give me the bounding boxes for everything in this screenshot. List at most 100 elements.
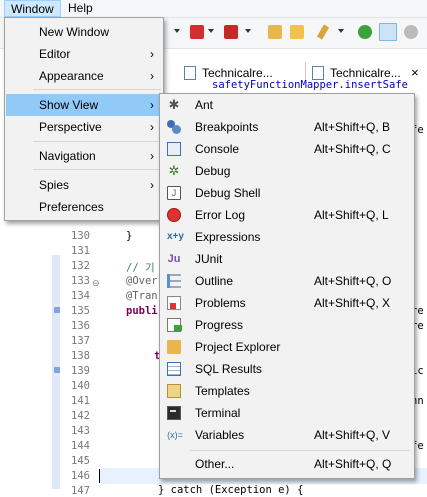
menu-item-label: Appearance (39, 69, 104, 83)
breakpoint-marker-icon (54, 367, 60, 373)
java-file-icon (312, 66, 324, 80)
menu-item-variables[interactable]: (x)= Variables Alt+Shift+Q, V (161, 424, 413, 446)
menu-item-label: Show View (39, 98, 99, 112)
chevron-right-icon: › (150, 149, 154, 163)
menu-item-debug-shell[interactable]: J Debug Shell (161, 182, 413, 204)
menu-item-other[interactable]: Other... Alt+Shift+Q, Q (161, 453, 413, 475)
breakpoint-dot-icon (172, 125, 181, 134)
menu-help[interactable]: Help (62, 0, 99, 17)
variables-icon: (x)= (167, 430, 183, 440)
menu-item-progress[interactable]: Progress (161, 314, 413, 336)
menu-item-appearance[interactable]: Appearance › (6, 65, 162, 87)
line-number: 134 (71, 290, 90, 302)
override-marker-icon (54, 307, 60, 313)
menu-item-terminal[interactable]: Terminal (161, 402, 413, 424)
ant-icon: ✱ (168, 97, 180, 112)
highlight-pen-icon[interactable] (379, 23, 397, 41)
line-number: 143 (71, 425, 90, 437)
menu-separator (33, 141, 161, 142)
templates-icon (167, 384, 181, 398)
window-menu: New Window Editor › Appearance › Show Vi… (4, 17, 164, 221)
menu-item-label: Outline (195, 274, 234, 288)
menu-item-preferences[interactable]: Preferences (6, 196, 162, 218)
shortcut-label: Alt+Shift+Q, O (314, 274, 392, 288)
menu-item-label: Breakpoints (195, 120, 259, 134)
terminal-icon (167, 406, 181, 420)
line-number: 144 (71, 440, 90, 452)
pin-icon[interactable] (316, 24, 330, 40)
shortcut-label: Alt+Shift+Q, X (314, 296, 391, 310)
menu-item-label: Editor (39, 47, 71, 61)
menu-item-show-view[interactable]: Show View › (6, 94, 162, 116)
stop-icon[interactable] (190, 25, 204, 39)
console-icon (167, 142, 181, 156)
menu-item-label: Debug (195, 164, 231, 178)
menu-item-editor[interactable]: Editor › (6, 43, 162, 65)
menu-window[interactable]: Window (4, 0, 61, 17)
chevron-right-icon: › (150, 47, 154, 61)
line-number: 138 (71, 350, 90, 362)
menu-item-label: Error Log (195, 208, 246, 222)
tab-label: Technicalre... (330, 66, 401, 80)
menu-item-label: Variables (195, 428, 245, 442)
chevron-down-icon[interactable] (174, 29, 180, 33)
fold-icon[interactable]: ⊖ (92, 278, 100, 289)
code-line: @Over (126, 275, 158, 287)
close-icon[interactable]: × (411, 62, 419, 84)
chevron-down-icon[interactable] (208, 29, 214, 33)
open-folder-icon[interactable] (268, 25, 282, 39)
menu-item-breakpoints[interactable]: Breakpoints Alt+Shift+Q, B (161, 116, 413, 138)
code-line: publi (126, 305, 158, 317)
chevron-right-icon: › (150, 69, 154, 83)
menu-separator (33, 89, 161, 90)
line-number: 139 (71, 365, 90, 377)
project-explorer-icon (167, 340, 181, 354)
menu-item-label: Terminal (195, 406, 241, 420)
line-number: 142 (71, 410, 90, 422)
chevron-down-icon[interactable] (338, 29, 344, 33)
code-line: } (126, 230, 133, 242)
line-number: 141 (71, 395, 90, 407)
problems-icon (167, 296, 181, 310)
menu-item-problems[interactable]: Problems Alt+Shift+Q, X (161, 292, 413, 314)
menu-item-ant[interactable]: ✱ Ant (161, 94, 413, 116)
menu-item-label: New Window (39, 25, 110, 39)
chevron-right-icon: › (150, 178, 154, 192)
menu-item-navigation[interactable]: Navigation › (6, 145, 162, 167)
menu-item-outline[interactable]: Outline Alt+Shift+Q, O (161, 270, 413, 292)
shortcut-label: Alt+Shift+Q, Q (314, 457, 392, 471)
menu-item-label: SQL Results (195, 362, 262, 376)
line-number: 136 (71, 320, 90, 332)
chevron-down-icon[interactable] (245, 29, 251, 33)
search-marker-icon[interactable] (358, 25, 372, 39)
menu-item-label: Spies (39, 178, 70, 192)
menu-item-label: Progress (195, 318, 244, 332)
tab-label: Technicalre... (202, 66, 273, 80)
run-external-icon[interactable] (224, 25, 238, 39)
menu-item-console[interactable]: Console Alt+Shift+Q, C (161, 138, 413, 160)
menu-item-new-window[interactable]: New Window (6, 21, 162, 43)
menu-item-project-explorer[interactable]: Project Explorer (161, 336, 413, 358)
menu-item-error-log[interactable]: Error Log Alt+Shift+Q, L (161, 204, 413, 226)
menu-item-templates[interactable]: Templates (161, 380, 413, 402)
brush-icon[interactable] (404, 25, 418, 39)
shortcut-label: Alt+Shift+Q, C (314, 142, 391, 156)
folder-icon[interactable] (290, 25, 304, 39)
expressions-icon: x+y (167, 231, 184, 242)
line-number: 146 (71, 470, 90, 482)
menu-item-expressions[interactable]: x+y Expressions (161, 226, 413, 248)
chevron-right-icon: › (150, 98, 154, 112)
menu-item-sql-results[interactable]: SQL Results (161, 358, 413, 380)
menu-item-label: Navigation (39, 149, 96, 163)
menu-item-label: Debug Shell (195, 186, 261, 200)
line-number: 133 (71, 275, 90, 287)
java-file-icon (184, 66, 196, 80)
line-number: 147 (71, 485, 90, 497)
debug-shell-icon: J (167, 186, 181, 200)
menu-item-debug[interactable]: ✲ Debug (161, 160, 413, 182)
line-number: 131 (71, 245, 90, 257)
menu-item-junit[interactable]: Ju JUnit (161, 248, 413, 270)
menu-item-spies[interactable]: Spies › (6, 174, 162, 196)
menu-item-perspective[interactable]: Perspective › (6, 116, 162, 138)
text-cursor (99, 469, 100, 483)
